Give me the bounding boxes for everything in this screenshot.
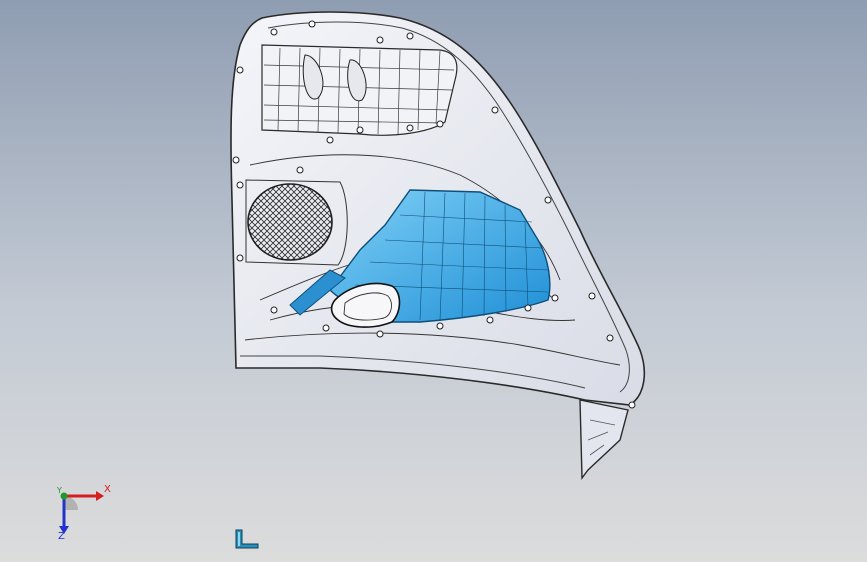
speaker-grille [247,183,333,261]
cad-viewport[interactable]: X Y Z [0,0,867,562]
door-trim-panel-model[interactable] [0,0,867,562]
orientation-triad[interactable]: X Y Z [44,482,124,546]
axis-x-label: X [104,484,111,495]
axis-z-label: Z [58,531,65,542]
part-icon[interactable] [232,528,260,550]
axis-y-label: Y [57,486,62,495]
side-flange [579,399,629,481]
